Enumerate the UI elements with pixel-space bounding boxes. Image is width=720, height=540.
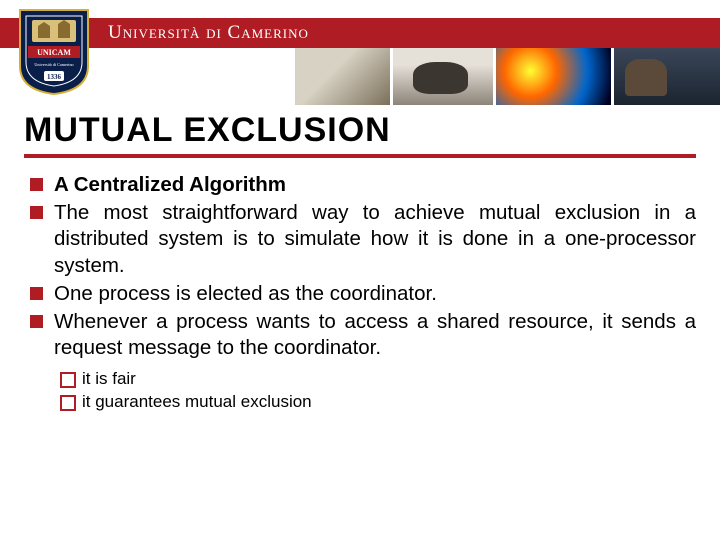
university-name: Università di Camerino [108, 22, 309, 44]
header-photo-strip [295, 48, 720, 105]
bullet-item: The most straightforward way to achieve … [24, 200, 696, 279]
sub-bullet-item: it guarantees mutual exclusion [60, 391, 696, 414]
bullet-item: Whenever a process wants to access a sha… [24, 309, 696, 361]
shield-year: 1336 [47, 73, 62, 81]
bullet-item: One process is elected as the coordinato… [24, 281, 696, 307]
sub-bullet-item: it is fair [60, 368, 696, 391]
shield-subtitle: Università di Camerino [34, 62, 73, 67]
header-red-bar: Università di Camerino [0, 18, 720, 48]
slide-title: MUTUAL EXCLUSION [24, 111, 696, 150]
sub-bullet-list: it is fair it guarantees mutual exclusio… [60, 368, 696, 414]
header-photo-2 [393, 48, 493, 105]
slide-header: Università di Camerino UNICAM Università… [0, 0, 720, 105]
bullet-list: A Centralized Algorithm The most straigh… [24, 172, 696, 362]
header-photo-3 [496, 48, 611, 105]
header-photo-1 [295, 48, 390, 105]
slide-content: MUTUAL EXCLUSION A Centralized Algorithm… [0, 105, 720, 414]
shield-unicam-text: UNICAM [37, 48, 71, 57]
bullet-item: A Centralized Algorithm [24, 172, 696, 198]
title-underline [24, 154, 696, 158]
header-photo-4 [614, 48, 720, 105]
university-shield-logo: UNICAM Università di Camerino 1336 [18, 8, 90, 96]
